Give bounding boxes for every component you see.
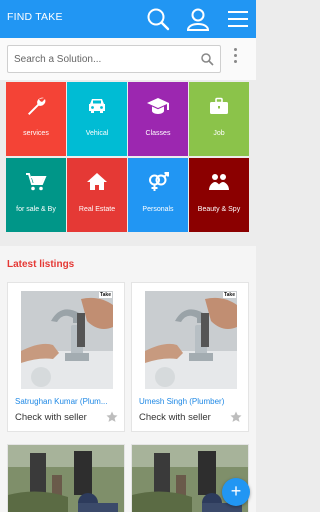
listing-card[interactable] <box>7 444 125 512</box>
category-label: Classes <box>145 130 171 137</box>
brand-watermark: Take <box>98 292 112 298</box>
brand-watermark: Take <box>222 292 236 298</box>
car-icon <box>67 94 127 120</box>
listing-title[interactable]: Umesh Singh (Plumber) <box>139 397 243 406</box>
category-services[interactable]: services <box>6 82 66 156</box>
category-label: services <box>23 130 49 137</box>
briefcase-icon <box>189 94 249 120</box>
category-vehical[interactable]: Vehical <box>67 82 127 156</box>
listing-price: Check with seller <box>15 412 87 423</box>
home-icon <box>67 170 127 196</box>
section-title: Latest listings <box>7 259 75 270</box>
category-personals[interactable]: Personals <box>128 158 188 232</box>
category-label: Job <box>213 130 225 137</box>
category-for-sale[interactable]: for sale & By <box>6 158 66 232</box>
listing-photo <box>8 445 124 512</box>
wrench-icon <box>6 94 66 120</box>
account-icon[interactable] <box>185 6 211 32</box>
listing-title[interactable]: Satrughan Kumar (Plum... <box>15 397 119 406</box>
search-icon[interactable] <box>145 6 171 32</box>
listing-photo: Take <box>145 291 237 389</box>
search-row: Search a Solution... <box>0 38 256 80</box>
search-icon[interactable] <box>200 52 214 66</box>
search-input[interactable]: Search a Solution... <box>7 45 221 73</box>
category-label: Real Estate <box>78 206 116 213</box>
menu-icon[interactable] <box>225 6 251 32</box>
app-title: FIND TAKE <box>7 11 63 23</box>
category-job[interactable]: Job <box>189 82 249 156</box>
category-label: Beauty & Spy <box>197 206 241 213</box>
listing-price: Check with seller <box>139 412 211 423</box>
category-classes[interactable]: Classes <box>128 82 188 156</box>
category-beauty-spa[interactable]: Beauty & Spy <box>189 158 249 232</box>
gender-icon <box>128 170 188 196</box>
latest-listings-section: Latest listings Take Satrughan Kumar (Pl… <box>0 246 256 512</box>
favorite-star-icon[interactable] <box>230 410 242 422</box>
cart-icon <box>6 170 66 196</box>
app-bar: FIND TAKE <box>0 0 256 38</box>
add-listing-button[interactable]: + <box>222 478 250 506</box>
users-icon <box>189 170 249 196</box>
overflow-menu-icon[interactable] <box>230 45 240 67</box>
category-real-estate[interactable]: Real Estate <box>67 158 127 232</box>
listing-card[interactable]: Take Umesh Singh (Plumber) Check with se… <box>131 282 249 432</box>
category-label: Personals <box>142 206 174 213</box>
graduation-cap-icon <box>128 94 188 120</box>
search-placeholder: Search a Solution... <box>14 54 102 65</box>
listing-photo: Take <box>21 291 113 389</box>
category-label: for sale & By <box>16 206 56 213</box>
category-label: Vehical <box>85 130 109 137</box>
listing-card[interactable]: Take Satrughan Kumar (Plum... Check with… <box>7 282 125 432</box>
favorite-star-icon[interactable] <box>106 410 118 422</box>
category-grid: services Vehical Classes Job for sale & … <box>6 82 250 234</box>
